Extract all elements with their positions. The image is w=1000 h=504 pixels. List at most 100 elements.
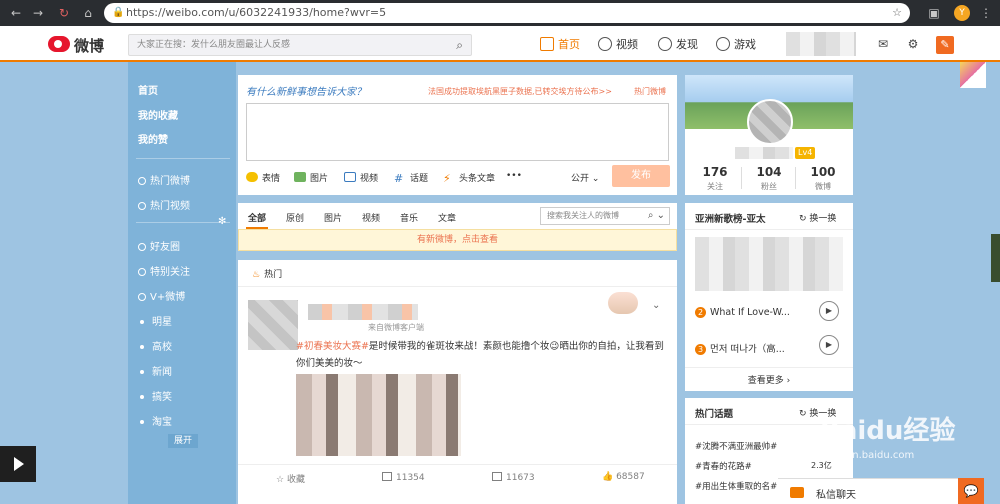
comment-button[interactable]: 11673	[492, 472, 535, 483]
like-button[interactable]: 👍 68587	[602, 472, 645, 482]
song-title: 먼저 떠나가（高...	[710, 344, 785, 355]
stat-fans[interactable]: 104 粉丝	[749, 165, 789, 192]
tab-music[interactable]: 音乐	[400, 211, 418, 224]
nav-discover-label: 发现	[676, 38, 698, 51]
sidebar-item-vplus[interactable]: V+微博	[138, 288, 185, 303]
circle-icon	[138, 243, 146, 251]
video-button[interactable]: 视频	[344, 171, 378, 184]
see-more-link[interactable]: 查看更多 ›	[685, 373, 853, 386]
tab-images[interactable]: 图片	[324, 211, 342, 224]
topic-button[interactable]: # 话题	[394, 171, 428, 184]
discover-icon	[658, 37, 672, 51]
sidebar-item-likes[interactable]: 我的赞	[138, 131, 168, 146]
topic-item[interactable]: #青春的花路#	[695, 460, 752, 472]
search-icon[interactable]: ⌕	[456, 35, 463, 55]
tab-all[interactable]: 全部	[248, 211, 266, 224]
sidebar-label: 特别关注	[150, 267, 190, 278]
play-icon[interactable]: ▶	[819, 301, 839, 321]
compose-icon[interactable]: ✎	[936, 36, 954, 54]
song-item[interactable]: 3 먼저 떠나가（高...	[695, 341, 785, 355]
nav-home[interactable]: 首页	[540, 36, 580, 52]
expand-button[interactable]: 展开	[168, 434, 198, 448]
search-icon[interactable]: ⌕ ⌄	[648, 208, 665, 224]
nav-video[interactable]: 视频	[598, 36, 638, 52]
search-placeholder: 大家正在搜：发什么朋友圈最让人反感	[137, 40, 291, 50]
stat-posts[interactable]: 100 微博	[803, 165, 843, 192]
sidebar-item-hot-weibo[interactable]: 热门微博	[138, 172, 190, 187]
feed-search-input[interactable]: 搜索我关注人的微博 ⌕ ⌄	[540, 207, 670, 225]
article-button[interactable]: ⚡ 头条文章	[443, 171, 495, 184]
nav-discover[interactable]: 发现	[658, 36, 698, 52]
sidebar-item-favorites[interactable]: 我的收藏	[138, 107, 178, 122]
hot-weibo-link[interactable]: 热门微博	[634, 86, 666, 97]
topic-item[interactable]: #用出生体重取的名#	[695, 480, 777, 492]
forward-icon[interactable]: →	[30, 5, 46, 21]
song-cover-blurred[interactable]	[695, 237, 843, 291]
nav-game[interactable]: 游戏	[716, 36, 756, 52]
feed-post: ♨ 热门 来自微博客户端 ⌄ #初春美妆大赛#是时候带我的雀斑妆来战！素颜也能撸个…	[238, 260, 677, 504]
divider	[238, 464, 677, 465]
divider	[238, 286, 677, 287]
image-button[interactable]: 图片	[294, 171, 328, 184]
sidebar-item-news[interactable]: 新闻	[138, 363, 172, 378]
user-name-blurred[interactable]	[786, 32, 856, 56]
tab-video[interactable]: 视频	[362, 211, 380, 224]
song-item[interactable]: 2 What If Love-W...	[695, 307, 790, 318]
promo-corner[interactable]	[960, 62, 986, 88]
post-image[interactable]	[296, 374, 461, 456]
menu-icon[interactable]: ⋮	[978, 5, 994, 21]
sidebar-item-stars[interactable]: 明星	[138, 313, 172, 328]
post-hashtag[interactable]: #初春美妆大赛#	[296, 341, 369, 352]
author-name-blurred[interactable]	[308, 304, 418, 320]
extension-icon[interactable]: ▣	[926, 5, 942, 21]
home-browser-icon[interactable]: ⌂	[80, 5, 96, 21]
address-bar[interactable]: 🔒 https://weibo.com/u/6032241933/home?wv…	[104, 3, 910, 23]
bookmark-star-icon[interactable]: ☆	[892, 3, 902, 23]
refresh-button[interactable]: ↻ 换一换	[799, 211, 836, 224]
stat-following[interactable]: 176 关注	[695, 165, 735, 192]
sidebar-item-taobao[interactable]: 淘宝	[138, 413, 172, 428]
composer-textarea[interactable]	[246, 103, 669, 161]
sidebar-item-home[interactable]: 首页	[138, 82, 158, 97]
sidebar-item-special[interactable]: 特别关注	[138, 263, 190, 278]
topic-item[interactable]: #沈腾不满亚洲最帅#	[695, 440, 777, 452]
mail-icon[interactable]: ✉	[876, 38, 890, 50]
new-posts-notice[interactable]: 有新微博，点击查看	[238, 229, 677, 251]
sidebar-label: 好友圈	[150, 242, 180, 253]
action-label: 11673	[506, 473, 535, 483]
level-badge[interactable]: Lv4	[795, 147, 816, 159]
watermark-url: jingyan.baidu.com	[822, 450, 915, 461]
repost-button[interactable]: 11354	[382, 472, 425, 483]
emoji-button[interactable]: 表情	[246, 171, 280, 184]
gear-icon[interactable]: ⚙	[906, 38, 920, 50]
divider	[685, 367, 853, 368]
publish-button[interactable]: 发布	[612, 165, 670, 187]
profile-avatar[interactable]	[747, 99, 793, 145]
trending-link[interactable]: 法国成功提取埃航黑匣子数据,已转交埃方待公布>>	[428, 86, 612, 97]
chat-icon[interactable]: 💬	[958, 478, 984, 504]
avatar[interactable]	[248, 300, 298, 350]
reload-icon[interactable]: ↻	[56, 5, 72, 21]
sidebar-item-college[interactable]: 高校	[138, 338, 172, 353]
tab-original[interactable]: 原创	[286, 211, 304, 224]
more-tools-button[interactable]: •••	[506, 171, 522, 181]
chevron-down-icon[interactable]: ⌄	[652, 300, 660, 311]
sidebar-item-hot-video[interactable]: 热门视频	[138, 197, 190, 212]
tab-articles[interactable]: 文章	[438, 211, 456, 224]
video-play-button[interactable]	[0, 446, 36, 482]
profile-nickname-blurred[interactable]	[735, 147, 793, 159]
visibility-select[interactable]: 公开 ⌄	[571, 171, 599, 184]
weibo-logo[interactable]: 微博	[48, 34, 106, 55]
scrollbar-handle[interactable]	[991, 234, 1000, 282]
envelope-icon	[790, 487, 804, 498]
search-input[interactable]: 大家正在搜：发什么朋友圈最让人反感 ⌕	[128, 34, 472, 56]
play-icon[interactable]: ▶	[819, 335, 839, 355]
favorite-button[interactable]: ☆ 收藏	[276, 472, 305, 485]
back-icon[interactable]: ←	[8, 5, 24, 21]
sidebar-item-funny[interactable]: 搞笑	[138, 388, 172, 403]
browser-profile-avatar[interactable]: Y	[954, 5, 970, 21]
private-message-bar[interactable]: 私信聊天	[778, 478, 958, 504]
sidebar-item-friends[interactable]: 好友圈	[138, 238, 180, 253]
like-icon: 👍	[602, 472, 617, 482]
settings-icon[interactable]: ✻	[218, 216, 226, 227]
